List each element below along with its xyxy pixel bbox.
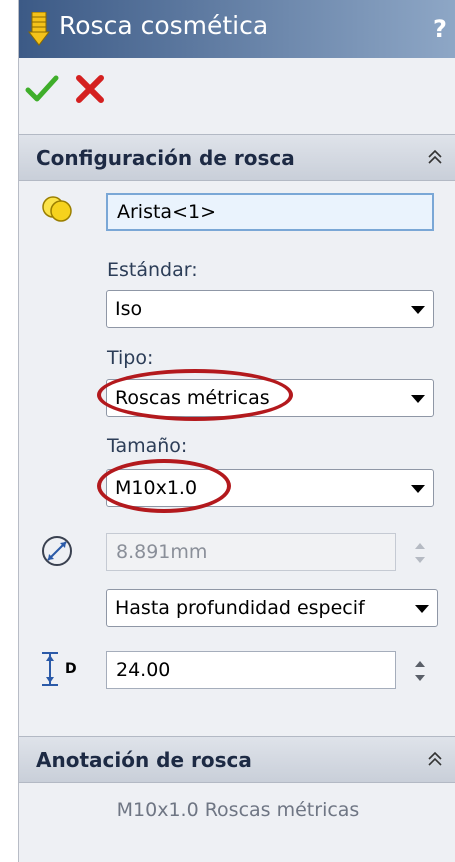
type-dropdown[interactable]: Roscas métricas [106, 379, 434, 417]
thread-settings-title: Configuración de rosca [36, 146, 295, 170]
size-dropdown[interactable]: M10x1.0 [106, 469, 434, 507]
spin-down-icon [415, 675, 425, 681]
thread-feature-icon [27, 12, 51, 46]
cancel-x-icon[interactable] [73, 72, 107, 106]
standard-value: Iso [115, 298, 143, 320]
edge-selection-value: Arista<1> [117, 201, 217, 223]
ok-check-icon[interactable] [25, 72, 59, 106]
chevron-down-icon [411, 306, 425, 314]
window-title: Rosca cosmética [59, 11, 269, 40]
type-label: Tipo: [107, 347, 154, 369]
property-manager-panel: Rosca cosmética ? Configuración de rosca… [18, 0, 455, 862]
standard-dropdown[interactable]: Iso [106, 290, 434, 328]
collapse-chevron-icon[interactable] [425, 147, 445, 167]
depth-value: 24.00 [116, 659, 171, 681]
thread-callout-title: Anotación de rosca [36, 748, 252, 772]
thread-callout-group: Anotación de rosca M10x1.0 Roscas métric… [19, 736, 455, 862]
depth-spinner[interactable] [410, 651, 432, 691]
help-button[interactable]: ? [423, 0, 455, 58]
spin-up-icon [415, 543, 425, 549]
size-value: M10x1.0 [115, 477, 198, 499]
spin-down-icon [415, 557, 425, 563]
thread-callout-text: M10x1.0 Roscas métricas [116, 799, 360, 821]
chevron-down-icon [415, 605, 429, 613]
diameter-field[interactable]: 8.891mm [106, 533, 396, 571]
thread-settings-group: Configuración de rosca Arista<1> Estánda… [19, 134, 455, 706]
depth-icon-label: D [65, 661, 77, 677]
end-condition-dropdown[interactable]: Hasta profundidad especif [106, 589, 438, 627]
title-bar: Rosca cosmética ? [19, 0, 455, 58]
chevron-down-icon [411, 395, 425, 403]
diameter-spinner[interactable] [410, 533, 432, 573]
action-bar [19, 58, 455, 128]
chevron-down-icon [411, 485, 425, 493]
end-condition-value: Hasta profundidad especif [115, 597, 365, 619]
thread-settings-header[interactable]: Configuración de rosca [19, 135, 455, 181]
spin-up-icon [415, 661, 425, 667]
depth-icon [42, 652, 58, 686]
collapse-chevron-icon[interactable] [425, 749, 445, 769]
edge-selection-icon [42, 196, 72, 222]
edge-selection-field[interactable]: Arista<1> [106, 193, 434, 231]
type-value: Roscas métricas [115, 387, 270, 409]
standard-label: Estándar: [107, 259, 198, 281]
diameter-value: 8.891mm [116, 541, 208, 563]
depth-field[interactable]: 24.00 [106, 651, 396, 689]
size-label: Tamaño: [107, 435, 188, 457]
thread-callout-header[interactable]: Anotación de rosca [19, 737, 455, 783]
diameter-icon [42, 536, 72, 566]
